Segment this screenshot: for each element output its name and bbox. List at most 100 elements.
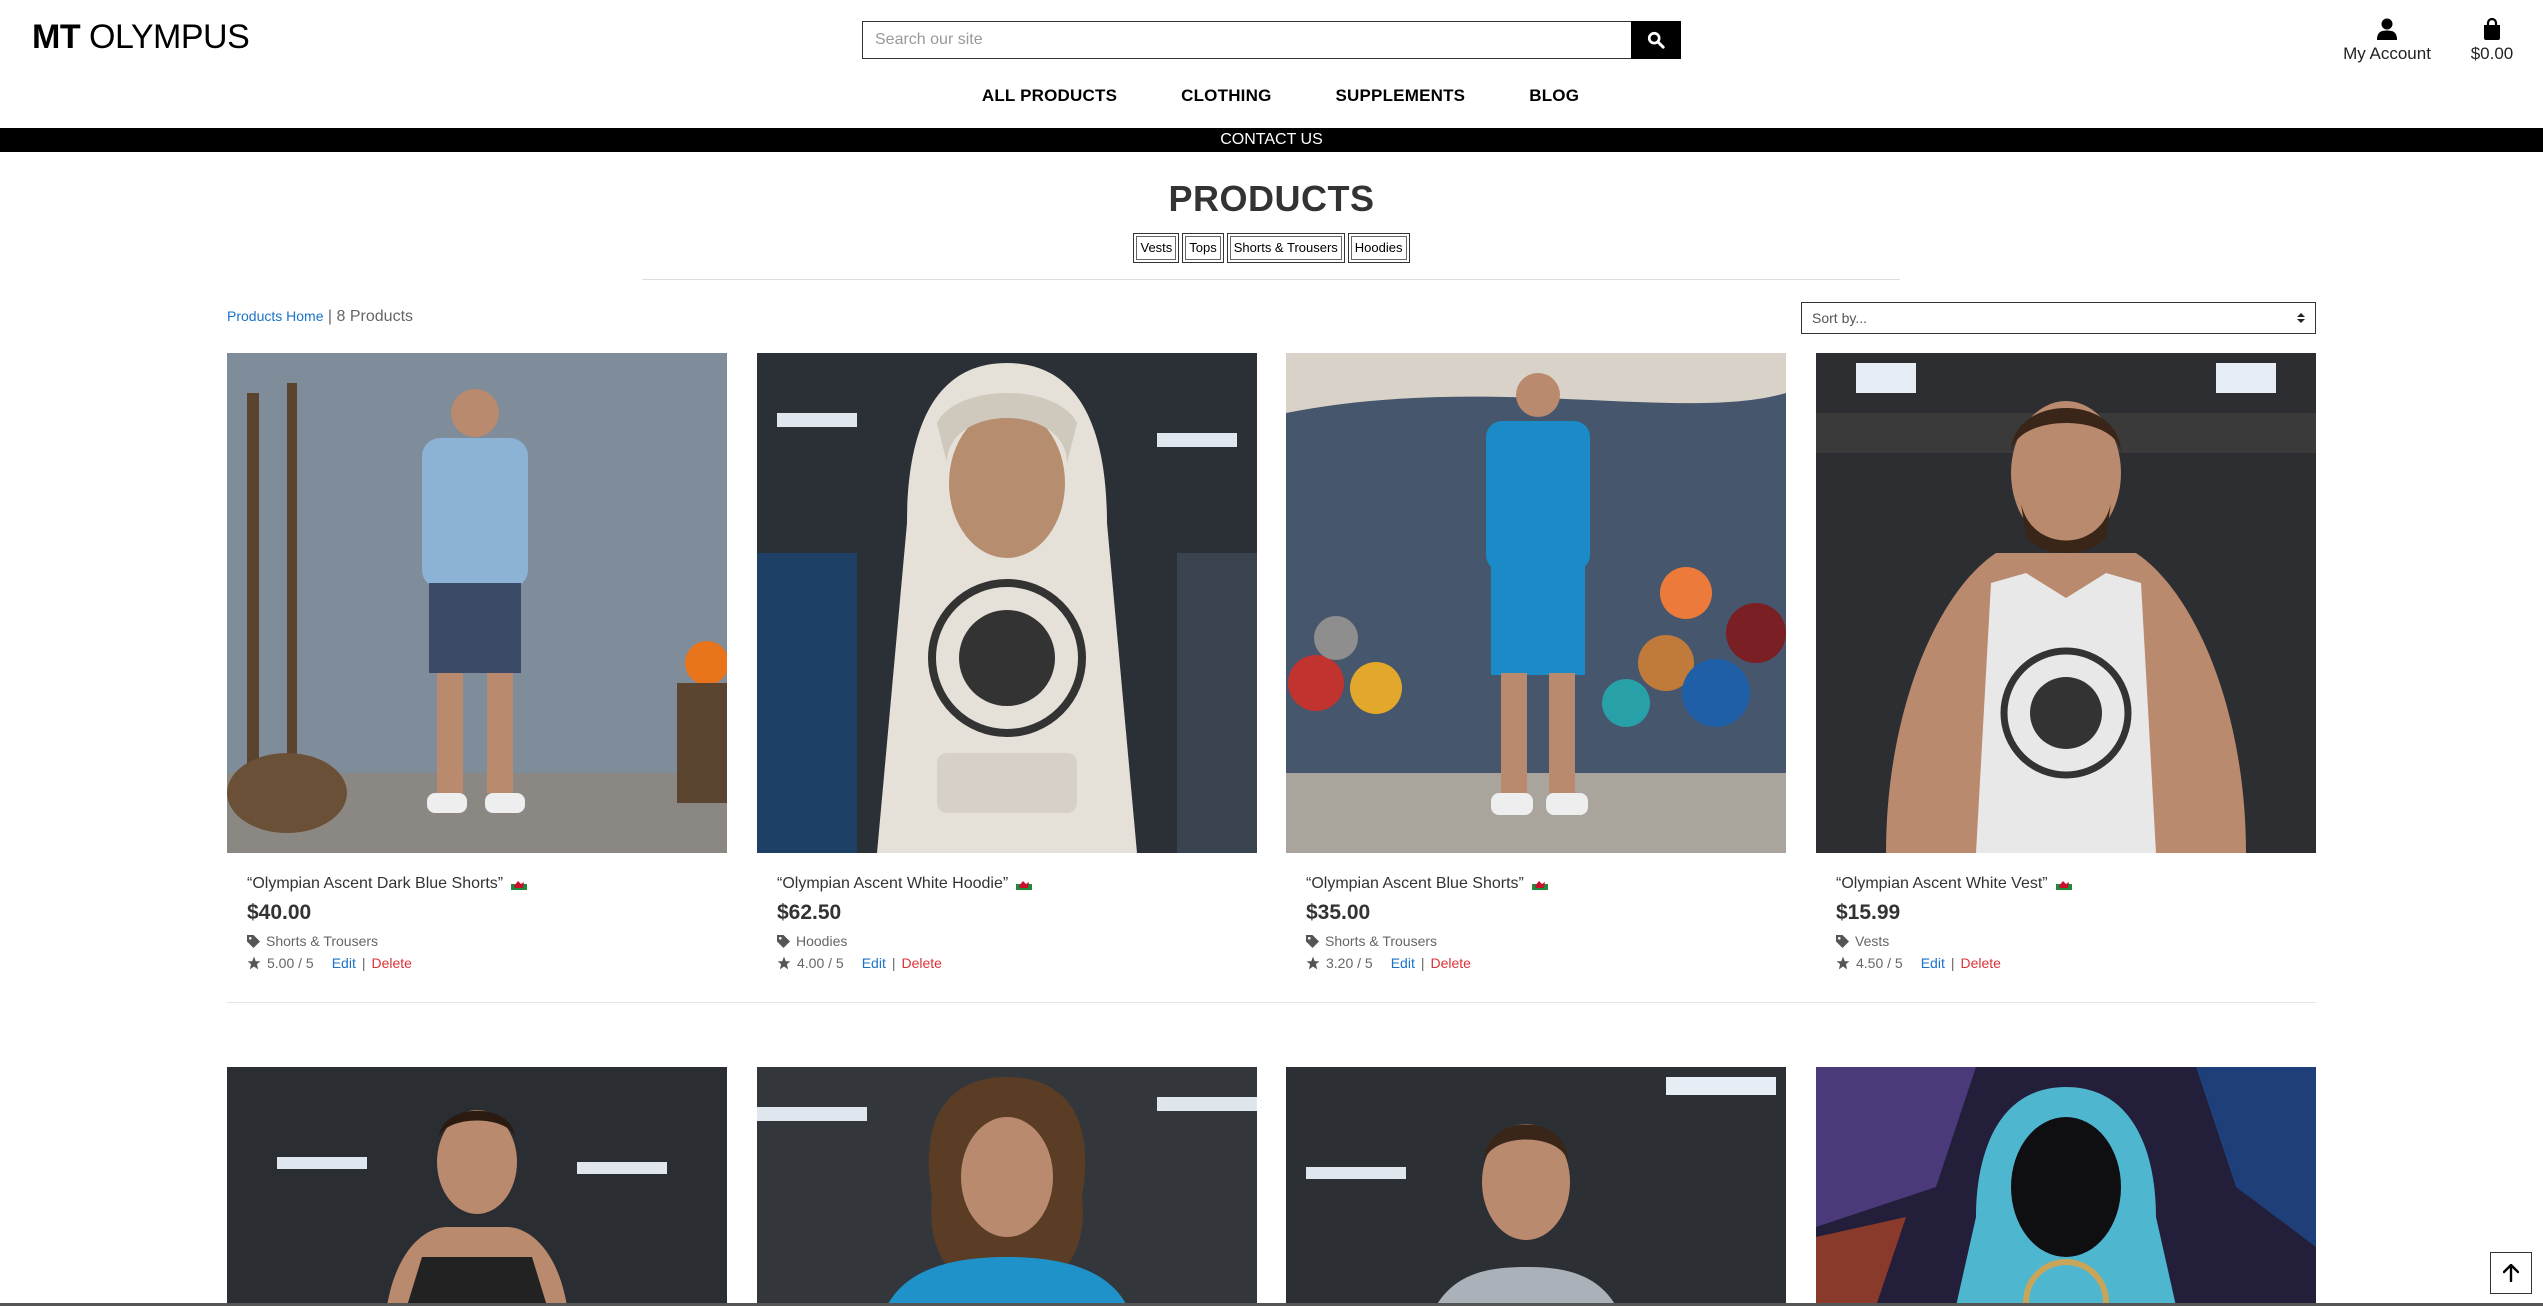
shopping-bag-icon: [2484, 18, 2500, 40]
product-name-text[interactable]: “Olympian Ascent White Vest”: [1836, 875, 2048, 893]
site-logo[interactable]: MT OLYMPUS: [32, 18, 250, 57]
search-input[interactable]: [862, 21, 1631, 59]
product-name[interactable]: “Olympian Ascent White Vest”: [1836, 875, 2296, 893]
cart-total: $0.00: [2470, 44, 2514, 63]
product-price: $40.00: [247, 901, 312, 924]
nav-clothing[interactable]: CLOTHING: [1181, 86, 1271, 106]
arrow-up-icon: [2503, 1264, 2519, 1282]
product-category[interactable]: Hoodies: [777, 933, 1237, 949]
product-category[interactable]: Shorts & Trousers: [247, 933, 707, 949]
product-image[interactable]: [1816, 1067, 2316, 1306]
product-rating: 3.20 / 5 Edit | Delete: [1306, 955, 1766, 971]
product-image[interactable]: [757, 353, 1257, 853]
product-price: $35.00: [1306, 901, 1371, 924]
edit-link[interactable]: Edit: [332, 955, 356, 971]
contact-link[interactable]: CONTACT US: [1220, 131, 1323, 148]
sort-selected-value: Sort by...: [1812, 310, 1867, 326]
product-count: 8 Products: [336, 308, 414, 325]
logo-bold: MT: [32, 18, 81, 56]
search-button[interactable]: [1631, 21, 1681, 59]
breadcrumb: Products Home | 8 Products: [227, 308, 413, 326]
product-name-text[interactable]: “Olympian Ascent Dark Blue Shorts”: [247, 875, 503, 893]
star-icon: [777, 956, 791, 970]
product-image[interactable]: [1286, 1067, 1786, 1306]
rating-value: 3.20 / 5: [1326, 955, 1373, 971]
tag-icon: [247, 934, 260, 948]
my-account-link[interactable]: My Account: [2340, 14, 2434, 64]
contact-bar[interactable]: CONTACT US: [0, 128, 2543, 152]
product-card: “Olympian Ascent Blue Shorts” $35.00 Sho…: [1286, 353, 1786, 971]
link-separator: |: [361, 955, 366, 971]
category-tops-button[interactable]: Tops: [1182, 233, 1224, 263]
product-image[interactable]: [757, 1067, 1257, 1306]
product-card: “Olympian Ascent Dark Blue Shorts” $40.0…: [227, 353, 727, 971]
sort-select[interactable]: Sort by...: [1801, 302, 2316, 334]
welsh-flag-icon: [511, 878, 528, 890]
delete-link[interactable]: Delete: [1430, 955, 1470, 971]
main-nav: ALL PRODUCTS CLOTHING SUPPLEMENTS BLOG: [0, 86, 2543, 106]
category-vests-button[interactable]: Vests: [1133, 233, 1180, 263]
delete-link[interactable]: Delete: [371, 955, 411, 971]
product-category-label: Shorts & Trousers: [1325, 933, 1438, 949]
star-icon: [1836, 956, 1850, 970]
product-rating: 5.00 / 5 Edit | Delete: [247, 955, 707, 971]
link-separator: |: [1950, 955, 1955, 971]
logo-text: OLYMPUS: [89, 18, 250, 56]
nav-all-products[interactable]: ALL PRODUCTS: [982, 86, 1117, 106]
product-image[interactable]: [227, 1067, 727, 1306]
welsh-flag-icon: [1016, 878, 1033, 890]
user-icon: [2377, 18, 2397, 40]
back-to-top-button[interactable]: [2490, 1252, 2532, 1294]
product-price: $15.99: [1836, 901, 1901, 924]
product-rating: 4.00 / 5 Edit | Delete: [777, 955, 1237, 971]
tag-icon: [777, 934, 790, 948]
link-separator: |: [891, 955, 896, 971]
edit-link[interactable]: Edit: [862, 955, 886, 971]
select-arrows-icon: [2297, 313, 2305, 323]
welsh-flag-icon: [2055, 878, 2072, 890]
product-card: [1286, 1067, 1786, 1306]
divider: [642, 279, 1900, 280]
link-separator: |: [1420, 955, 1425, 971]
product-rating: 4.50 / 5 Edit | Delete: [1836, 955, 2296, 971]
product-card: [757, 1067, 1257, 1306]
rating-value: 4.50 / 5: [1856, 955, 1903, 971]
product-name-text[interactable]: “Olympian Ascent White Hoodie”: [777, 875, 1008, 893]
product-card: [1816, 1067, 2316, 1306]
product-card: “Olympian Ascent White Vest” $15.99 Vest…: [1816, 353, 2316, 971]
delete-link[interactable]: Delete: [1960, 955, 2000, 971]
product-name[interactable]: “Olympian Ascent Dark Blue Shorts”: [247, 875, 707, 893]
product-image[interactable]: [1816, 353, 2316, 853]
product-image[interactable]: [227, 353, 727, 853]
tag-icon: [1306, 934, 1319, 948]
edit-link[interactable]: Edit: [1921, 955, 1945, 971]
product-category-label: Hoodies: [796, 933, 848, 949]
product-category[interactable]: Vests: [1836, 933, 2296, 949]
star-icon: [1306, 956, 1320, 970]
category-hoodies-button[interactable]: Hoodies: [1347, 233, 1410, 263]
welsh-flag-icon: [1531, 878, 1548, 890]
delete-link[interactable]: Delete: [901, 955, 941, 971]
product-name[interactable]: “Olympian Ascent Blue Shorts”: [1306, 875, 1766, 893]
category-shorts-trousers-button[interactable]: Shorts & Trousers: [1226, 233, 1345, 263]
search-form: [862, 21, 1681, 59]
product-image[interactable]: [1286, 353, 1786, 853]
product-name-text[interactable]: “Olympian Ascent Blue Shorts”: [1306, 875, 1524, 893]
product-category[interactable]: Shorts & Trousers: [1306, 933, 1766, 949]
product-card: “Olympian Ascent White Hoodie” $62.50 Ho…: [757, 353, 1257, 971]
rating-value: 4.00 / 5: [797, 955, 844, 971]
products-home-link[interactable]: Products Home: [227, 308, 323, 324]
row-divider: [227, 1002, 2316, 1003]
page-title: PRODUCTS: [1168, 178, 1375, 219]
nav-supplements[interactable]: SUPPLEMENTS: [1336, 86, 1466, 106]
product-price: $62.50: [777, 901, 842, 924]
nav-blog[interactable]: BLOG: [1529, 86, 1579, 106]
cart-link[interactable]: $0.00: [2462, 14, 2522, 64]
category-filters: Vests Tops Shorts & Trousers Hoodies: [0, 233, 2543, 263]
star-icon: [247, 956, 261, 970]
product-category-label: Shorts & Trousers: [266, 933, 379, 949]
tag-icon: [1836, 934, 1849, 948]
product-name[interactable]: “Olympian Ascent White Hoodie”: [777, 875, 1237, 893]
edit-link[interactable]: Edit: [1391, 955, 1415, 971]
product-card: [227, 1067, 727, 1306]
